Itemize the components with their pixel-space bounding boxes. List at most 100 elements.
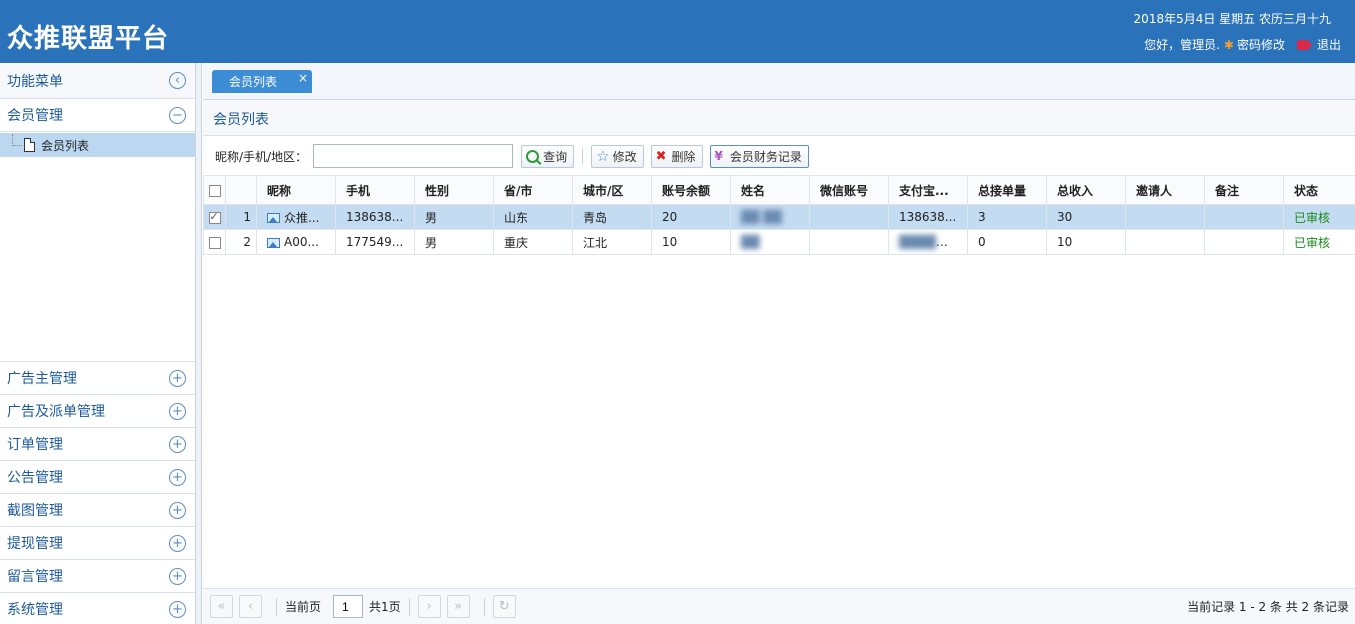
balance-cell: 10: [651, 229, 731, 255]
select-all-cell[interactable]: [203, 175, 226, 205]
sidebar-group-advertisers[interactable]: 广告主管理 +: [0, 362, 195, 395]
close-icon[interactable]: ×: [298, 71, 308, 85]
date-display: 2018年5月4日 星期五 农历三月十九: [1133, 12, 1331, 26]
image-icon: [267, 213, 280, 223]
plus-icon: +: [169, 501, 186, 519]
province-cell: 山东: [493, 204, 573, 230]
row-select-cell[interactable]: [203, 204, 226, 230]
image-icon: [267, 237, 280, 248]
toolbar-divider: [582, 148, 584, 164]
column-header[interactable]: 总接单量: [967, 175, 1047, 205]
phone-cell: 177549...: [335, 229, 415, 255]
sidebar-group-label: 截图管理: [7, 503, 63, 519]
logout-link[interactable]: 退出: [1289, 36, 1341, 53]
row-checkbox[interactable]: [208, 236, 221, 249]
query-button[interactable]: 查询: [521, 144, 575, 168]
table-row[interactable]: 1 众推... 138638... 男 山东 青岛 20 ██ ██ 13863…: [203, 204, 1355, 230]
app-title: 众推联盟平台: [7, 24, 170, 54]
column-header[interactable]: 账号余额: [651, 175, 731, 205]
wechat-cell: [809, 204, 889, 230]
column-header[interactable]: 备注: [1204, 175, 1284, 205]
sidebar-group-screenshots[interactable]: 截图管理 +: [0, 494, 195, 527]
delete-button[interactable]: ✖ 删除: [650, 144, 703, 168]
sidebar-group-ads-dispatch[interactable]: 广告及派单管理 +: [0, 395, 195, 428]
last-page-button[interactable]: »: [446, 595, 470, 618]
row-number: 2: [225, 229, 257, 255]
plus-icon: +: [169, 435, 186, 453]
column-header[interactable]: 城市/区: [572, 175, 652, 205]
name-cell: ██ ██: [730, 204, 810, 230]
gender-cell: 男: [414, 204, 494, 230]
sidebar-item-label: 会员列表: [41, 138, 90, 153]
plus-icon: +: [169, 534, 186, 552]
page-number-input[interactable]: [333, 595, 364, 618]
plus-icon: +: [169, 567, 186, 585]
pager-divider: [276, 597, 277, 616]
greeting-text: 您好，管理员.: [1144, 38, 1220, 52]
table-header-row: 昵称 手机 性别 省/市 城市/区 账号余额 姓名 微信账号 支付宝... 总接…: [203, 175, 1355, 205]
redacted-name: ██: [741, 235, 760, 249]
sidebar-item-member-list[interactable]: 会员列表: [0, 133, 195, 157]
logout-icon: [1296, 39, 1313, 50]
pager-divider: [483, 597, 485, 616]
gender-cell: 男: [414, 229, 494, 255]
edit-button[interactable]: ☆ 修改: [591, 144, 644, 168]
balance-cell: 20: [651, 204, 731, 230]
search-label: 昵称/手机/地区：: [215, 149, 308, 164]
refresh-button[interactable]: ↻: [492, 595, 516, 618]
sidebar-group-label: 公告管理: [7, 470, 63, 486]
yen-icon: ¥: [714, 149, 723, 163]
sidebar-group-members[interactable]: 会员管理 −: [0, 99, 195, 132]
next-page-button[interactable]: ›: [417, 595, 441, 618]
minus-icon: −: [169, 106, 186, 124]
current-page-label: 当前页: [285, 600, 322, 614]
city-cell: 青岛: [572, 204, 652, 230]
column-header[interactable]: 省/市: [493, 175, 573, 205]
query-label: 查询: [543, 149, 568, 164]
toolbar: 昵称/手机/地区： 查询 ☆ 修改 ✖ 删除 ¥ 会员财务记录: [203, 137, 1355, 175]
sidebar-group-messages[interactable]: 留言管理 +: [0, 560, 195, 593]
collapse-sidebar-button[interactable]: ‹: [169, 72, 186, 89]
plus-icon: +: [169, 402, 186, 420]
alipay-cell: ████████: [888, 229, 968, 255]
sidebar-group-system[interactable]: 系统管理 +: [0, 593, 195, 624]
tab-label: 会员列表: [229, 75, 278, 89]
column-header[interactable]: 支付宝...: [888, 175, 968, 205]
status-cell: 已审核: [1283, 229, 1355, 255]
row-select-cell[interactable]: [203, 229, 226, 255]
member-table: 昵称 手机 性别 省/市 城市/区 账号余额 姓名 微信账号 支付宝... 总接…: [203, 175, 1355, 255]
sidebar-splitter[interactable]: [196, 63, 202, 624]
column-header[interactable]: 性别: [414, 175, 494, 205]
change-password-link[interactable]: ✱ 密码修改: [1224, 36, 1285, 53]
column-header[interactable]: 姓名: [730, 175, 810, 205]
redacted-name: ██ ██: [741, 210, 782, 224]
sidebar-group-withdrawals[interactable]: 提现管理 +: [0, 527, 195, 560]
table-row[interactable]: 2 A00... 177549... 男 重庆 江北 10 ██ ███████…: [203, 229, 1355, 255]
sidebar-group-label: 广告主管理: [7, 371, 77, 387]
sidebar-group-notices[interactable]: 公告管理 +: [0, 461, 195, 494]
pager-divider: [408, 597, 410, 616]
row-checkbox[interactable]: [208, 210, 221, 224]
nickname-cell: 众推...: [256, 204, 336, 230]
tab-member-list[interactable]: 会员列表 ×: [212, 70, 312, 93]
column-header[interactable]: 邀请人: [1125, 175, 1205, 205]
app-header: 众推联盟平台 2018年5月4日 星期五 农历三月十九 您好，管理员. ✱ 密码…: [0, 0, 1355, 63]
alipay-cell: 138638...: [888, 204, 968, 230]
column-header[interactable]: 手机: [335, 175, 415, 205]
select-all-checkbox[interactable]: [208, 184, 221, 197]
sidebar-group-orders[interactable]: 订单管理 +: [0, 428, 195, 461]
first-page-button[interactable]: «: [210, 595, 233, 618]
orders-cell: 0: [967, 229, 1047, 255]
column-header[interactable]: 总收入: [1046, 175, 1126, 205]
search-input[interactable]: [313, 144, 514, 168]
income-cell: 30: [1046, 204, 1126, 230]
column-header[interactable]: 微信账号: [809, 175, 889, 205]
sidebar-group-label: 会员管理: [7, 108, 63, 124]
finance-records-button[interactable]: ¥ 会员财务记录: [709, 144, 809, 168]
name-cell: ██: [730, 229, 810, 255]
prev-page-button[interactable]: ‹: [239, 595, 262, 618]
column-header[interactable]: 昵称: [256, 175, 336, 205]
plus-icon: +: [169, 600, 186, 618]
file-icon: [24, 138, 35, 152]
column-header[interactable]: 状态: [1283, 175, 1355, 205]
